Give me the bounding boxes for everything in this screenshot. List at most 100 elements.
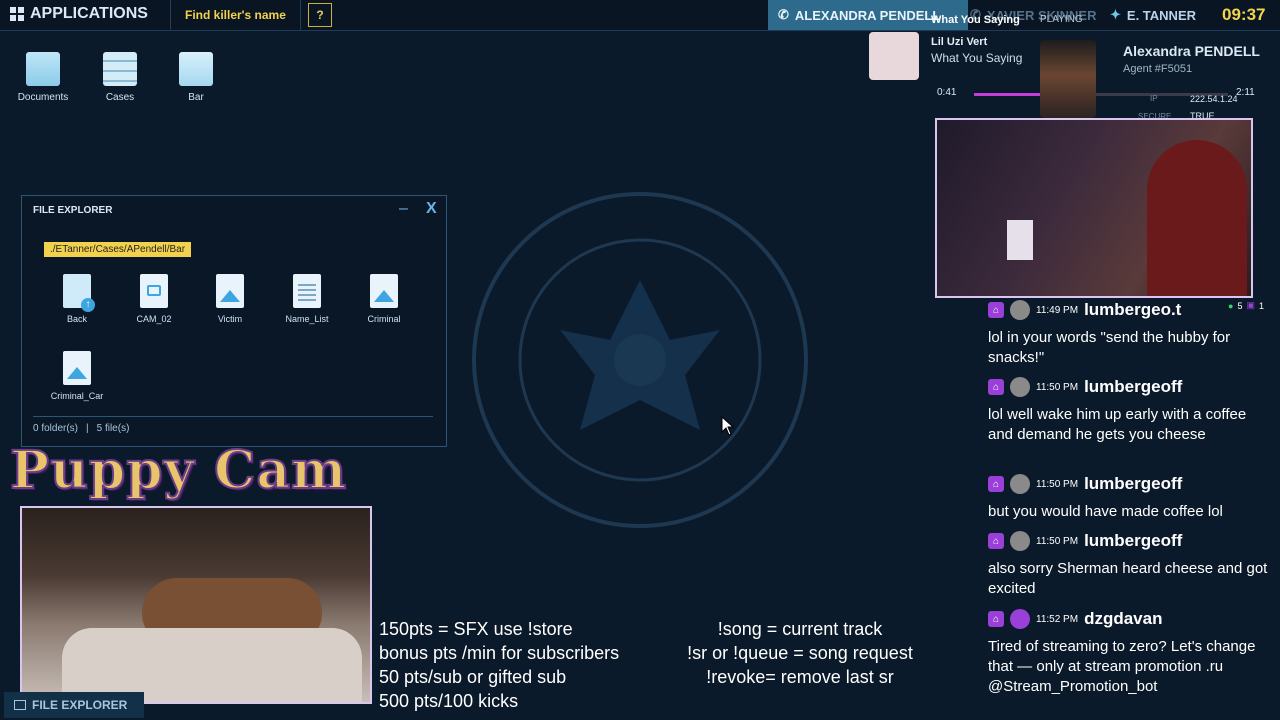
folder-count: 0 folder(s) bbox=[33, 423, 79, 434]
track-title: What You Saying bbox=[931, 51, 1023, 65]
status-divider bbox=[33, 416, 433, 417]
status-bar: 0 folder(s) | 5 file(s) bbox=[33, 423, 129, 434]
desktop-icon-bar[interactable]: Bar bbox=[166, 52, 226, 103]
applications-menu[interactable]: APPLICATIONS bbox=[10, 5, 148, 23]
twitch-icon: ⌂ bbox=[988, 476, 1004, 492]
chat-time: 11:49 PM bbox=[1036, 304, 1079, 316]
file-count: 5 file(s) bbox=[96, 423, 130, 434]
camera-icon bbox=[140, 274, 168, 308]
chat-time: 11:52 PM bbox=[1036, 613, 1079, 625]
chat-message-text: but you would have made coffee lol bbox=[988, 503, 1223, 520]
file-item-label: Back bbox=[66, 314, 87, 324]
now-playing-status: PLAYING bbox=[1040, 14, 1083, 25]
grid-icon bbox=[10, 7, 24, 21]
phone-icon: ✆ bbox=[778, 7, 789, 22]
text-file-icon bbox=[293, 274, 321, 308]
taskbar-item-label: FILE EXPLORER bbox=[32, 698, 128, 712]
desktop-icon-cases[interactable]: Cases bbox=[90, 52, 150, 103]
file-item-victim[interactable]: Victim bbox=[200, 274, 260, 324]
window-title: FILE EXPLORER bbox=[33, 205, 113, 216]
chat-username[interactable]: lumbergeoff bbox=[1084, 531, 1182, 551]
file-item-label: Criminal bbox=[367, 314, 401, 324]
chat-username[interactable]: lumbergeoff bbox=[1084, 474, 1182, 494]
avatar bbox=[1010, 609, 1030, 629]
back-folder-icon: ↑ bbox=[63, 274, 95, 312]
twitch-icon: ⌂ bbox=[988, 379, 1004, 395]
command-line: !revoke= remove last sr bbox=[706, 667, 894, 687]
album-art bbox=[869, 32, 919, 80]
agent-id: Agent #F5051 bbox=[1123, 63, 1193, 75]
help-button[interactable]: ? bbox=[308, 3, 332, 27]
ip-label: IP bbox=[1150, 94, 1158, 103]
chat-message-header: ⌂ 11:52 PM dzgdavan bbox=[988, 608, 1162, 630]
mission-objective: Find killer's name bbox=[170, 0, 301, 30]
chat-message-header: ⌂ 11:50 PM lumbergeoff bbox=[988, 376, 1182, 398]
intelligence-seal-watermark bbox=[472, 192, 808, 528]
commands-right: !song = current track !sr or !queue = so… bbox=[670, 617, 930, 689]
twitch-icon: ⌂ bbox=[988, 302, 1004, 318]
desktop-icon-documents[interactable]: Documents bbox=[13, 52, 73, 103]
twitch-icon: ⌂ bbox=[988, 611, 1004, 627]
file-item-criminal-car[interactable]: Criminal_Car bbox=[47, 351, 107, 401]
file-item-label: Criminal_Car bbox=[50, 391, 104, 401]
image-file-icon bbox=[370, 274, 398, 308]
file-item-name-list[interactable]: Name_List bbox=[277, 274, 337, 324]
applications-label: APPLICATIONS bbox=[30, 5, 148, 22]
file-item-label: Name_List bbox=[285, 314, 329, 324]
twitch-icon: ⌂ bbox=[988, 533, 1004, 549]
viewers-icon: ● bbox=[1228, 300, 1234, 311]
command-line: 150pts = SFX use !store bbox=[379, 619, 573, 639]
taskbar-item-file-explorer[interactable]: FILE EXPLORER bbox=[4, 692, 144, 718]
minimize-button[interactable]: – bbox=[399, 200, 408, 218]
chat-message-header: ⌂ 11:50 PM lumbergeoff bbox=[988, 473, 1182, 495]
chat-message-text: lol in your words "send the hubby for sn… bbox=[988, 329, 1231, 366]
folder-icon bbox=[179, 52, 213, 86]
desktop-icon-label: Cases bbox=[105, 92, 135, 103]
avatar bbox=[1010, 531, 1030, 551]
track-artist: Lil Uzi Vert bbox=[931, 36, 988, 48]
streamer-webcam bbox=[935, 118, 1253, 298]
ip-value: 222.54.1.24 bbox=[1190, 94, 1238, 104]
viewer-stats: ● 5 ▣ 1 bbox=[1228, 300, 1264, 311]
chat-message-text: Tired of streaming to zero? Let's change… bbox=[988, 638, 1256, 695]
chat-time: 11:50 PM bbox=[1036, 381, 1079, 393]
image-file-icon bbox=[63, 351, 91, 385]
cup-object bbox=[1007, 220, 1033, 260]
mouse-cursor-icon bbox=[721, 416, 735, 436]
image-file-icon bbox=[216, 274, 244, 308]
track-total: 2:11 bbox=[1236, 87, 1255, 98]
avatar bbox=[1010, 474, 1030, 494]
chat-username[interactable]: lumbergeo.t bbox=[1084, 300, 1181, 320]
desktop-icon-label: Documents bbox=[17, 92, 69, 103]
chat-message-text: also sorry Sherman heard cheese and got … bbox=[988, 560, 1268, 597]
chat-time: 11:50 PM bbox=[1036, 535, 1079, 547]
viewer-count: 5 bbox=[1237, 300, 1243, 311]
file-item-criminal[interactable]: Criminal bbox=[354, 274, 414, 324]
close-button[interactable]: X bbox=[426, 200, 437, 218]
file-item-label: Victim bbox=[217, 314, 243, 324]
agent-tab-label: ALEXANDRA PENDELL bbox=[794, 7, 941, 23]
agent-tab-tanner[interactable]: ✦ E. TANNER bbox=[1100, 0, 1206, 30]
track-elapsed: 0:41 bbox=[937, 87, 957, 98]
command-line: 50 pts/sub or gifted sub bbox=[379, 667, 567, 687]
desktop-icon-label: Bar bbox=[188, 92, 204, 103]
file-explorer-window: FILE EXPLORER – X ./ETanner/Cases/APende… bbox=[21, 195, 447, 447]
chat-username[interactable]: lumbergeoff bbox=[1084, 377, 1182, 397]
agent-name: Alexandra PENDELL bbox=[1123, 43, 1260, 59]
chat-time: 11:50 PM bbox=[1036, 478, 1079, 490]
file-item-back[interactable]: ↑ Back bbox=[47, 274, 107, 324]
file-item-cam02[interactable]: CAM_02 bbox=[124, 274, 184, 324]
clock: 09:37 bbox=[1222, 5, 1266, 24]
badge-icon: ✦ bbox=[1110, 7, 1121, 22]
command-line: !song = current track bbox=[717, 619, 883, 639]
chat-message-header: ⌂ 11:49 PM lumbergeo.t bbox=[988, 299, 1181, 321]
agent-photo bbox=[1040, 40, 1096, 118]
agent-tab-label: E. TANNER bbox=[1126, 7, 1197, 23]
chatter-count: 1 bbox=[1258, 300, 1264, 311]
puppy-cam-video bbox=[20, 506, 372, 704]
status-separator: | bbox=[86, 423, 89, 434]
window-icon bbox=[14, 700, 26, 710]
chat-username[interactable]: dzgdavan bbox=[1084, 609, 1162, 629]
chat-message-text: lol well wake him up early with a coffee… bbox=[988, 406, 1247, 443]
command-line: bonus pts /min for subscribers bbox=[379, 643, 620, 663]
